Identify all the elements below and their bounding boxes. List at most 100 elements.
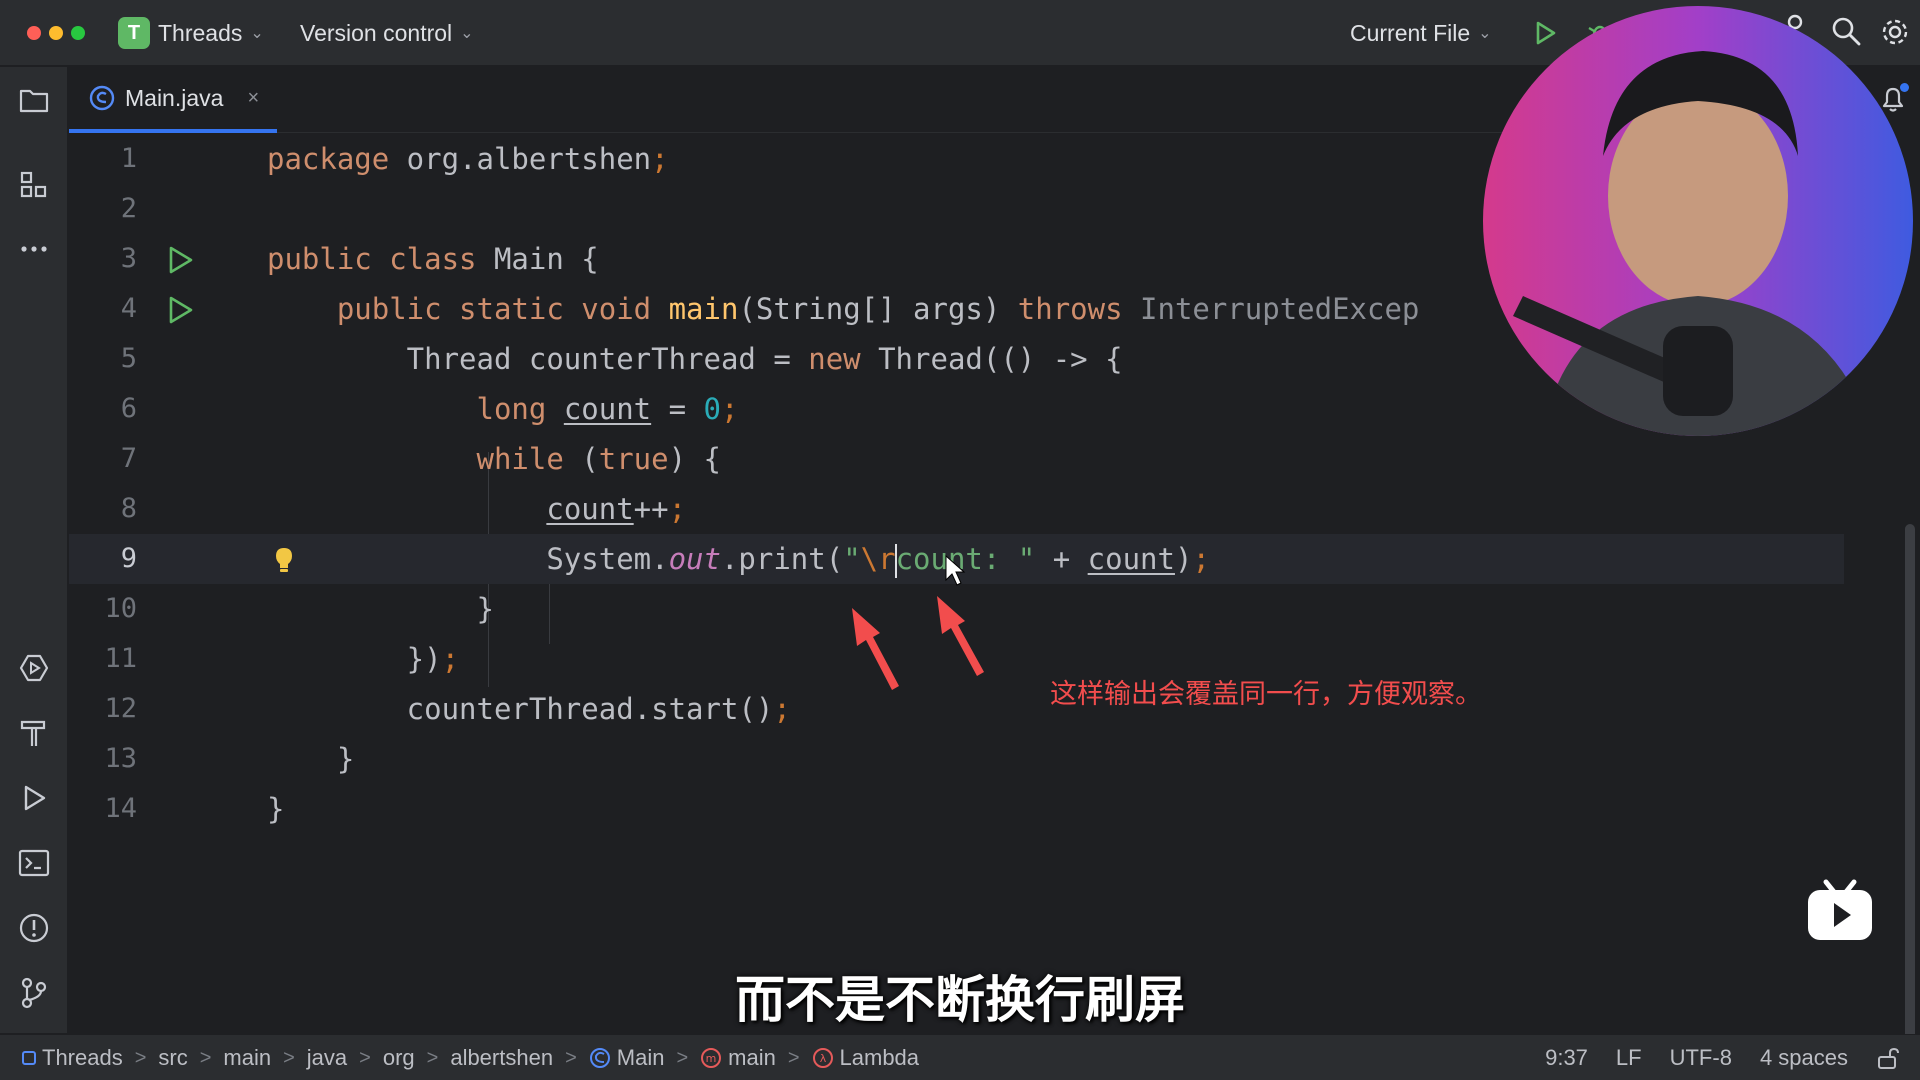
code-text: package org.albertshen; xyxy=(267,142,669,176)
indent-widget[interactable]: 4 spaces xyxy=(1760,1045,1848,1071)
breadcrumb-label: Lambda xyxy=(839,1045,920,1070)
code-text: }); xyxy=(267,642,460,676)
breadcrumb-label: java xyxy=(306,1045,348,1070)
breadcrumb-item-src[interactable]: src xyxy=(158,1045,187,1071)
build-hammer-icon[interactable] xyxy=(16,715,52,751)
run-tool-icon[interactable] xyxy=(16,780,52,816)
gear-icon[interactable] xyxy=(1878,15,1912,49)
run-config-label: Current File xyxy=(1350,19,1471,46)
notification-dot xyxy=(1900,83,1909,92)
services-icon[interactable] xyxy=(16,650,52,686)
gutter-run-icon[interactable] xyxy=(165,295,195,325)
breadcrumb-item-main-class[interactable]: Main xyxy=(589,1045,665,1071)
status-bar: Threads > src > main > java > org > albe… xyxy=(0,1034,1920,1080)
breadcrumb-separator: > xyxy=(787,1046,800,1069)
code-text: counterThread.start(); xyxy=(267,692,791,726)
line-separator-widget[interactable]: LF xyxy=(1616,1045,1642,1071)
minimize-window-button[interactable] xyxy=(49,26,63,40)
code-line: 12 counterThread.start(); xyxy=(69,684,1844,734)
current-code-line: 9 System.out.print("\rcount: " + count); xyxy=(69,534,1844,584)
code-line: 8 count++; xyxy=(69,484,1844,534)
project-name: Threads xyxy=(158,19,243,46)
chevron-down-icon: ⌄ xyxy=(460,25,474,42)
lambda-icon: λ xyxy=(812,1048,833,1068)
breadcrumb-item-lambda[interactable]: λ Lambda xyxy=(812,1045,920,1071)
code-line: 10 } xyxy=(69,584,1844,634)
chevron-down-icon: ⌄ xyxy=(250,25,264,42)
encoding-widget[interactable]: UTF-8 xyxy=(1670,1045,1732,1071)
project-badge: T xyxy=(118,17,150,49)
breadcrumb-label: org xyxy=(382,1045,415,1070)
breadcrumb-separator: > xyxy=(359,1046,371,1069)
svg-text:λ: λ xyxy=(819,1052,826,1065)
code-line: 13 } xyxy=(69,734,1844,784)
line-number: 14 xyxy=(104,793,137,824)
unlock-icon[interactable] xyxy=(1876,1046,1900,1070)
problems-icon[interactable] xyxy=(16,910,52,946)
vcs-label: Version control xyxy=(300,19,453,46)
gutter-run-icon[interactable] xyxy=(165,245,195,275)
chevron-down-icon: ⌄ xyxy=(1478,25,1492,42)
run-configuration-selector[interactable]: Current File ⌄ xyxy=(1350,15,1492,51)
breadcrumb-item-threads[interactable]: Threads xyxy=(22,1045,123,1071)
code-text: System.out.print("\rcount: " + count); xyxy=(267,542,1210,578)
structure-icon[interactable] xyxy=(16,167,52,203)
caret-position-widget[interactable]: 9:37 xyxy=(1545,1045,1588,1071)
code-text: public class Main { xyxy=(267,242,599,276)
breadcrumb-item-java[interactable]: java xyxy=(307,1045,347,1071)
line-number: 11 xyxy=(104,643,137,674)
breadcrumb-item-main-folder[interactable]: main xyxy=(223,1045,271,1071)
line-number: 7 xyxy=(120,443,137,474)
breadcrumb-separator: > xyxy=(426,1046,439,1069)
search-icon[interactable] xyxy=(1830,15,1862,47)
line-number: 3 xyxy=(120,243,137,274)
code-text: long count = 0; xyxy=(476,392,739,426)
line-number: 6 xyxy=(120,393,137,424)
line-number: 12 xyxy=(104,693,137,724)
zoom-window-button[interactable] xyxy=(71,26,85,40)
module-icon xyxy=(22,1051,36,1065)
code-text: count++; xyxy=(546,492,687,526)
tab-label: Main.java xyxy=(125,84,224,111)
breadcrumb-separator: > xyxy=(199,1046,212,1069)
svg-text:m: m xyxy=(706,1052,717,1065)
code-text: } xyxy=(267,792,285,826)
breadcrumb-separator: > xyxy=(134,1046,147,1069)
bilibili-tv-icon xyxy=(1808,879,1872,940)
left-tool-strip xyxy=(0,67,68,1033)
code-text: } xyxy=(267,592,494,626)
breadcrumb-item-org[interactable]: org xyxy=(383,1045,415,1071)
breadcrumb-item-albertshen[interactable]: albertshen xyxy=(450,1045,553,1071)
line-number: 5 xyxy=(120,343,137,374)
breadcrumb-separator: > xyxy=(676,1046,689,1069)
breadcrumb: Threads > src > main > java > org > albe… xyxy=(22,1035,919,1080)
code-text: public static void main(String[] args) t… xyxy=(336,292,1420,326)
line-number: 2 xyxy=(120,193,137,224)
project-widget[interactable]: T Threads ⌄ xyxy=(118,15,264,51)
line-number: 1 xyxy=(120,143,137,174)
breadcrumb-item-main-method[interactable]: m main xyxy=(700,1045,776,1071)
close-tab-icon[interactable]: × xyxy=(247,87,259,110)
terminal-icon[interactable] xyxy=(16,845,52,881)
more-tools-icon[interactable] xyxy=(16,231,52,267)
code-line: 7 while (true) { xyxy=(69,434,1844,484)
project-view-icon[interactable] xyxy=(16,82,52,118)
video-subtitle: 而不是不断换行刷屏 xyxy=(735,972,1185,1028)
class-icon xyxy=(589,1048,610,1068)
close-window-button[interactable] xyxy=(27,26,41,40)
status-widgets: 9:37 LF UTF-8 4 spaces xyxy=(1545,1035,1900,1080)
java-class-icon xyxy=(89,85,115,111)
method-icon: m xyxy=(701,1048,722,1068)
run-icon[interactable] xyxy=(1530,18,1560,48)
version-control-widget[interactable]: Version control ⌄ xyxy=(300,15,474,51)
line-number: 8 xyxy=(120,493,137,524)
breadcrumb-label: albertshen xyxy=(450,1045,554,1070)
line-number: 13 xyxy=(104,743,137,774)
tab-main-java[interactable]: Main.java × xyxy=(69,67,277,133)
code-text: } xyxy=(267,742,355,776)
code-line: 14 } xyxy=(69,784,1844,834)
breadcrumb-label: Threads xyxy=(42,1045,123,1070)
breadcrumb-separator: > xyxy=(565,1046,577,1069)
breadcrumb-label: Main xyxy=(616,1045,665,1070)
line-number: 4 xyxy=(120,293,137,324)
